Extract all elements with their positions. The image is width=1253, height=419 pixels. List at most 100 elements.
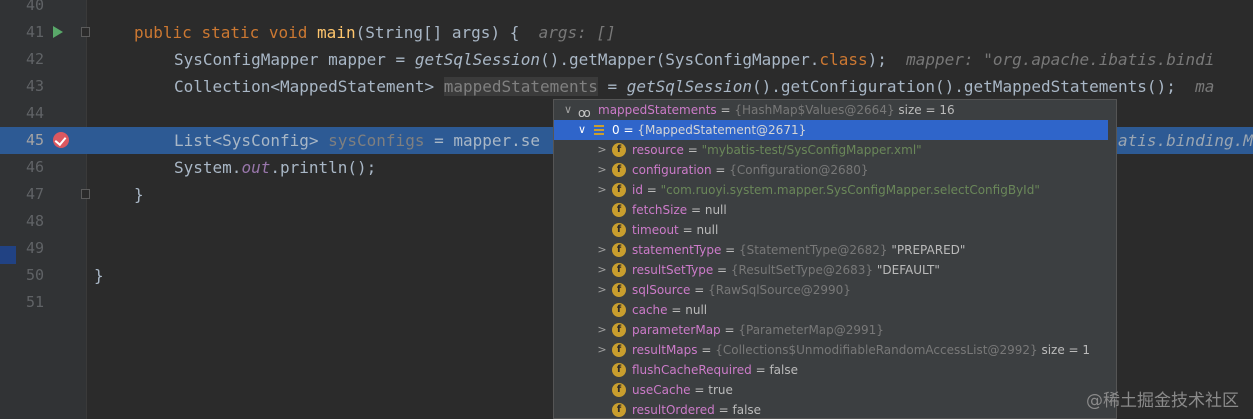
chevron-right-icon[interactable]: > (596, 140, 608, 160)
equals-sign: = (619, 123, 638, 137)
size-label: size = 16 (894, 103, 955, 117)
chevron-down-icon[interactable]: ∨ (562, 100, 574, 120)
code-text: } (94, 266, 104, 285)
breakpoint-icon[interactable] (53, 132, 69, 148)
list-icon (594, 125, 604, 135)
popup-scrollbar[interactable] (1108, 100, 1116, 418)
line-number: 40 (25, 0, 44, 14)
field-name: cache (632, 303, 668, 317)
line-number: 43 (25, 77, 44, 95)
line-number: 47 (25, 185, 44, 203)
tree-row[interactable]: f resultOrdered = false (554, 400, 1116, 418)
field-name: mappedStatements (598, 103, 717, 117)
field-name: timeout (632, 223, 679, 237)
fold-marker-icon[interactable] (81, 27, 90, 37)
line-number: 49 (25, 239, 44, 257)
object-type: {ResultSetType@2683} (730, 263, 874, 277)
tree-row[interactable]: > f id = "com.ruoyi.system.mapper.SysConfi… (554, 180, 1116, 200)
field-icon: f (612, 323, 626, 337)
field-icon: f (612, 383, 626, 397)
tree-row-text: mappedStatements = {HashMap$Values@2664}… (598, 100, 955, 120)
tree-row-text: flushCacheRequired = false (632, 360, 798, 380)
field-name: sqlSource (632, 283, 691, 297)
tree-row[interactable]: > f statementType = {StatementType@2682} "… (554, 240, 1116, 260)
chevron-right-icon[interactable]: > (596, 340, 608, 360)
string-value: "mybatis-test/SysConfigMapper.xml" (701, 143, 922, 157)
equals-sign: = (720, 323, 739, 337)
field-name: resultMaps (632, 343, 698, 357)
line-number: 44 (25, 104, 44, 122)
field-icon: f (612, 183, 626, 197)
inline-debug-value: mapper: "org.apache.ibatis.bindi (906, 50, 1215, 69)
field-value: "DEFAULT" (873, 263, 940, 277)
inline-debug-value: args: [] (538, 23, 616, 42)
code-text: List<SysConfig> sysConfigs = mapper.se (174, 131, 541, 150)
tree-row-text: resultMaps = {Collections$UnmodifiableRa… (632, 340, 1090, 360)
line-number: 51 (25, 293, 44, 311)
string-value: "com.ruoyi.system.mapper.SysConfigMapper… (660, 183, 1040, 197)
object-type: {Collections$UnmodifiableRandomAccessLis… (715, 343, 1038, 357)
inline-debug-value: ma (1195, 77, 1215, 96)
equals-sign: = (697, 343, 716, 357)
field-value: false (769, 363, 798, 377)
equals-sign: = (716, 103, 735, 117)
tree-row[interactable]: > f sqlSource = {RawSqlSource@2990} (554, 280, 1116, 300)
debug-evaluate-popup[interactable]: ∨ oo mappedStatements = {HashMap$Values@26… (553, 99, 1117, 419)
tree-row[interactable]: > f resultMaps = {Collections$Unmodifiable… (554, 340, 1116, 360)
field-value: "PREPARED" (887, 243, 966, 257)
chevron-right-icon[interactable]: > (596, 240, 608, 260)
field-name: id (632, 183, 643, 197)
field-icon: f (612, 143, 626, 157)
tree-row[interactable]: > f configuration = {Configuration@2680} (554, 160, 1116, 180)
field-icon: f (612, 163, 626, 177)
code-line: 43 Collection<MappedStatement> mappedSta… (0, 73, 1253, 100)
run-icon[interactable] (53, 26, 63, 38)
code-line: 42 SysConfigMapper mapper = getSqlSessio… (0, 46, 1253, 73)
field-name: parameterMap (632, 323, 721, 337)
field-name: useCache (632, 383, 691, 397)
field-name: 0 (612, 123, 620, 137)
field-name: flushCacheRequired (632, 363, 752, 377)
equals-sign: = (751, 363, 770, 377)
fold-marker-icon[interactable] (81, 189, 90, 199)
field-name: resultOrdered (632, 403, 715, 417)
tree-row[interactable]: f useCache = true (554, 380, 1116, 400)
chevron-right-icon[interactable]: > (596, 160, 608, 180)
line-number: 50 (25, 266, 44, 284)
field-value: null (685, 303, 708, 317)
chevron-down-icon[interactable]: ∨ (576, 120, 588, 140)
tree-row[interactable]: f timeout = null (554, 220, 1116, 240)
tree-row[interactable]: > f resultSetType = {ResultSetType@2683} "… (554, 260, 1116, 280)
watermark: @稀土掘金技术社区 (1086, 391, 1239, 411)
chevron-right-icon[interactable]: > (596, 180, 608, 200)
field-name: statementType (632, 243, 722, 257)
object-type: {Configuration@2680} (729, 163, 869, 177)
code-text: public static void main(String[] args) {… (134, 23, 616, 42)
equals-sign: = (683, 143, 702, 157)
field-icon: f (612, 363, 626, 377)
code-text: System.out.println(); (174, 158, 377, 177)
tree-row[interactable]: f fetchSize = null (554, 200, 1116, 220)
tree-row[interactable]: > f resource = "mybatis-test/SysConfigMapp… (554, 140, 1116, 160)
field-name: fetchSize (632, 203, 688, 217)
field-name: configuration (632, 163, 712, 177)
field-icon: f (612, 223, 626, 237)
tree-row[interactable]: ∨ oo mappedStatements = {HashMap$Values@26… (554, 100, 1116, 120)
chevron-right-icon[interactable]: > (596, 280, 608, 300)
equals-sign: = (714, 403, 733, 417)
tree-row[interactable]: f cache = null (554, 300, 1116, 320)
tree-row-text: fetchSize = null (632, 200, 727, 220)
tree-row-text: configuration = {Configuration@2680} (632, 160, 869, 180)
object-type: {HashMap$Values@2664} (734, 103, 895, 117)
chevron-right-icon[interactable]: > (596, 260, 608, 280)
tree-row[interactable]: ∨ 0 = {MappedStatement@2671} (554, 120, 1116, 140)
chevron-right-icon[interactable]: > (596, 320, 608, 340)
hovered-variable[interactable]: mappedStatements (443, 77, 598, 96)
tree-row-text: resource = "mybatis-test/SysConfigMapper… (632, 140, 922, 160)
field-icon: f (612, 243, 626, 257)
inline-debug-value: atis.binding.M (1118, 131, 1253, 150)
tree-row[interactable]: > f parameterMap = {ParameterMap@2991} (554, 320, 1116, 340)
tree-row-text: resultOrdered = false (632, 400, 761, 418)
equals-sign: = (642, 183, 661, 197)
tree-row[interactable]: f flushCacheRequired = false (554, 360, 1116, 380)
